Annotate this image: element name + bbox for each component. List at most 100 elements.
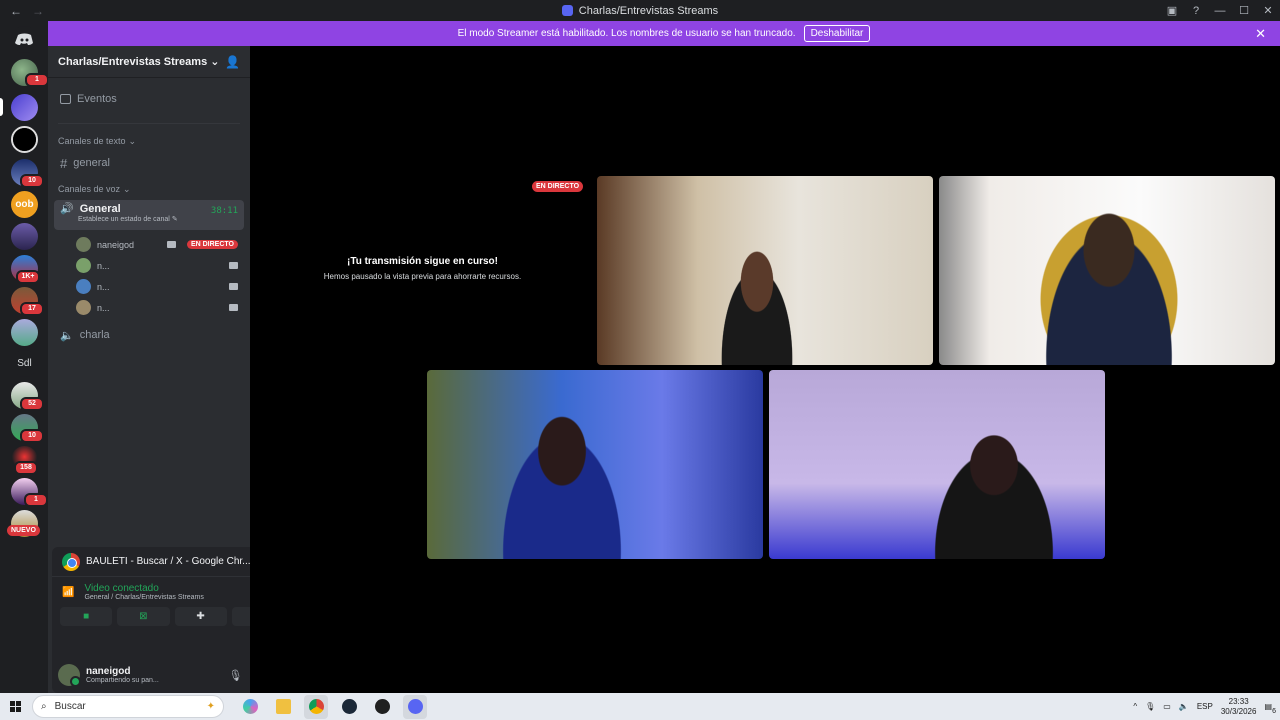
activities-button[interactable]: ✚ xyxy=(174,607,227,626)
live-badge: EN DIRECTO xyxy=(532,181,584,192)
windows-taskbar: ⌕ Buscar ✦ ^ 🎙 ▭ 🔈 ESP 23:33 30/3/2026 ▤… xyxy=(0,693,1280,720)
connection-text[interactable]: Video conectado xyxy=(84,583,203,594)
title-bar: ← → Charlas/Entrevistas Streams ▣ ? — ☐ … xyxy=(0,0,1280,21)
voice-user-name: n... xyxy=(97,260,110,271)
server-header[interactable]: Charlas/Entrevistas Streams ⌄ 👤 xyxy=(48,46,250,78)
maximize-button[interactable]: ☐ xyxy=(1232,4,1256,17)
live-badge: EN DIRECTO xyxy=(186,240,238,249)
close-window-button[interactable]: ✕ xyxy=(1256,4,1280,17)
events-item[interactable]: Eventos xyxy=(48,88,250,110)
pinned-apps xyxy=(238,694,427,719)
nav-buttons: ← → xyxy=(0,4,44,18)
channel-status[interactable]: Establece un estado de canal ✎ xyxy=(60,215,238,223)
clock-time: 23:33 xyxy=(1228,696,1249,706)
avatar xyxy=(76,258,91,273)
notification-badge: 1K+ xyxy=(16,270,40,284)
close-banner-icon[interactable]: ✕ xyxy=(1255,26,1266,42)
discord-home-icon[interactable] xyxy=(11,26,38,53)
video-tile[interactable] xyxy=(427,370,763,559)
voice-category-label: Canales de voz xyxy=(58,184,121,194)
microphone-icon[interactable]: 🎙 xyxy=(228,669,242,682)
start-button[interactable] xyxy=(0,693,30,720)
chevron-up-icon[interactable]: ^ xyxy=(1133,702,1137,711)
video-participant xyxy=(712,246,802,365)
username: naneigod xyxy=(86,666,131,677)
paused-title: ¡Tu transmisión sigue en curso! xyxy=(347,256,498,267)
clock-date: 30/3/2026 xyxy=(1220,706,1257,716)
server-icon-sdl[interactable]: Sdl xyxy=(11,350,38,377)
video-tile[interactable] xyxy=(939,176,1275,365)
voice-channel-charla[interactable]: 🔈 charla xyxy=(48,324,250,346)
server-icon-oob[interactable]: oob xyxy=(11,191,38,218)
file-explorer-icon[interactable] xyxy=(271,695,295,719)
video-participant xyxy=(1029,201,1189,365)
camera-icon: ■ xyxy=(83,611,90,622)
chevron-down-icon: ⌄ xyxy=(210,56,220,68)
help-icon[interactable]: ? xyxy=(1184,5,1208,17)
hash-icon: # xyxy=(60,155,68,171)
avatar xyxy=(76,237,91,252)
server-icon-7[interactable] xyxy=(11,319,38,346)
network-icon[interactable]: ▭ xyxy=(1163,702,1171,711)
language-indicator[interactable]: ESP xyxy=(1197,702,1213,711)
video-stage: EN DIRECTO ¡Tu transmisión sigue en curs… xyxy=(250,46,1280,693)
voice-user[interactable]: naneigod EN DIRECTO xyxy=(48,234,250,255)
server-list: 1 10 oob 1K+ 17 Sdl 52 10 158 1 NUEVO xyxy=(0,21,49,693)
voice-user[interactable]: n... xyxy=(48,297,250,318)
video-participant xyxy=(487,405,637,559)
server-icon-1[interactable] xyxy=(11,94,38,121)
video-tile[interactable] xyxy=(597,176,933,365)
chevron-down-icon: ⌄ xyxy=(123,183,131,194)
camera-icon xyxy=(229,283,238,290)
windows-icon xyxy=(9,701,21,712)
steam-icon[interactable] xyxy=(337,695,361,719)
camera-icon xyxy=(229,304,238,311)
channel-label: charla xyxy=(79,329,110,341)
paused-text: Hemos pausado la vista previa para ahorr… xyxy=(323,272,522,281)
window-controls: ▣ ? — ☐ ✕ xyxy=(1160,0,1280,21)
signal-icon[interactable]: 📶 xyxy=(62,587,74,598)
window-title: Charlas/Entrevistas Streams xyxy=(0,5,1280,17)
app-icon[interactable] xyxy=(370,695,394,719)
taskbar-search[interactable]: ⌕ Buscar ✦ xyxy=(32,695,224,718)
microphone-tray-icon[interactable]: 🎙 xyxy=(1145,702,1155,711)
user-status: Compartiendo su pan... xyxy=(86,677,159,684)
video-participant xyxy=(919,425,1069,559)
server-icon-2[interactable] xyxy=(11,126,38,153)
notification-icon[interactable]: ▤ 6 xyxy=(1264,702,1276,715)
chrome-taskbar-icon[interactable] xyxy=(304,694,328,719)
voice-category[interactable]: Canales de voz ⌄ xyxy=(48,182,250,196)
minimize-button[interactable]: — xyxy=(1208,5,1232,17)
screen-share-button[interactable]: ⊠ xyxy=(117,607,170,626)
video-tile[interactable] xyxy=(769,370,1105,559)
calendar-icon xyxy=(60,94,71,104)
forward-arrow-icon[interactable]: → xyxy=(32,4,44,18)
disable-button[interactable]: Deshabilitar xyxy=(803,25,871,42)
invite-user-icon[interactable]: 👤 xyxy=(225,55,240,69)
notification-badge: 10 xyxy=(20,429,44,443)
notification-badge: 52 xyxy=(20,397,44,411)
back-arrow-icon[interactable]: ← xyxy=(10,4,22,18)
banner-text: El modo Streamer está habilitado. Los no… xyxy=(457,28,796,39)
server-icon xyxy=(561,5,573,16)
notification-count: 6 xyxy=(1272,708,1276,715)
discord-taskbar-icon[interactable] xyxy=(403,694,427,719)
voice-user-name: naneigod xyxy=(97,239,135,250)
user-avatar[interactable] xyxy=(58,664,81,687)
volume-icon[interactable]: 🔈 xyxy=(1179,702,1189,711)
server-name: Charlas/Entrevistas Streams xyxy=(58,56,208,68)
server-icon-4[interactable] xyxy=(11,223,38,250)
text-category[interactable]: Canales de texto ⌄ xyxy=(48,134,250,148)
search-icon: ⌕ xyxy=(41,701,47,712)
voice-user[interactable]: n... xyxy=(48,255,250,276)
inbox-icon[interactable]: ▣ xyxy=(1160,4,1184,17)
copilot-icon[interactable] xyxy=(238,695,262,719)
text-category-label: Canales de texto xyxy=(58,136,126,146)
camera-button[interactable]: ■ xyxy=(60,607,113,626)
voice-channel-general[interactable]: 🔊 General Establece un estado de canal ✎… xyxy=(54,200,244,230)
voice-user[interactable]: n... xyxy=(48,276,250,297)
clock[interactable]: 23:33 30/3/2026 xyxy=(1221,697,1257,717)
selected-pill xyxy=(0,98,3,116)
channel-general[interactable]: # general xyxy=(48,152,250,174)
paused-preview[interactable]: ¡Tu transmisión sigue en curso! Hemos pa… xyxy=(300,256,545,281)
